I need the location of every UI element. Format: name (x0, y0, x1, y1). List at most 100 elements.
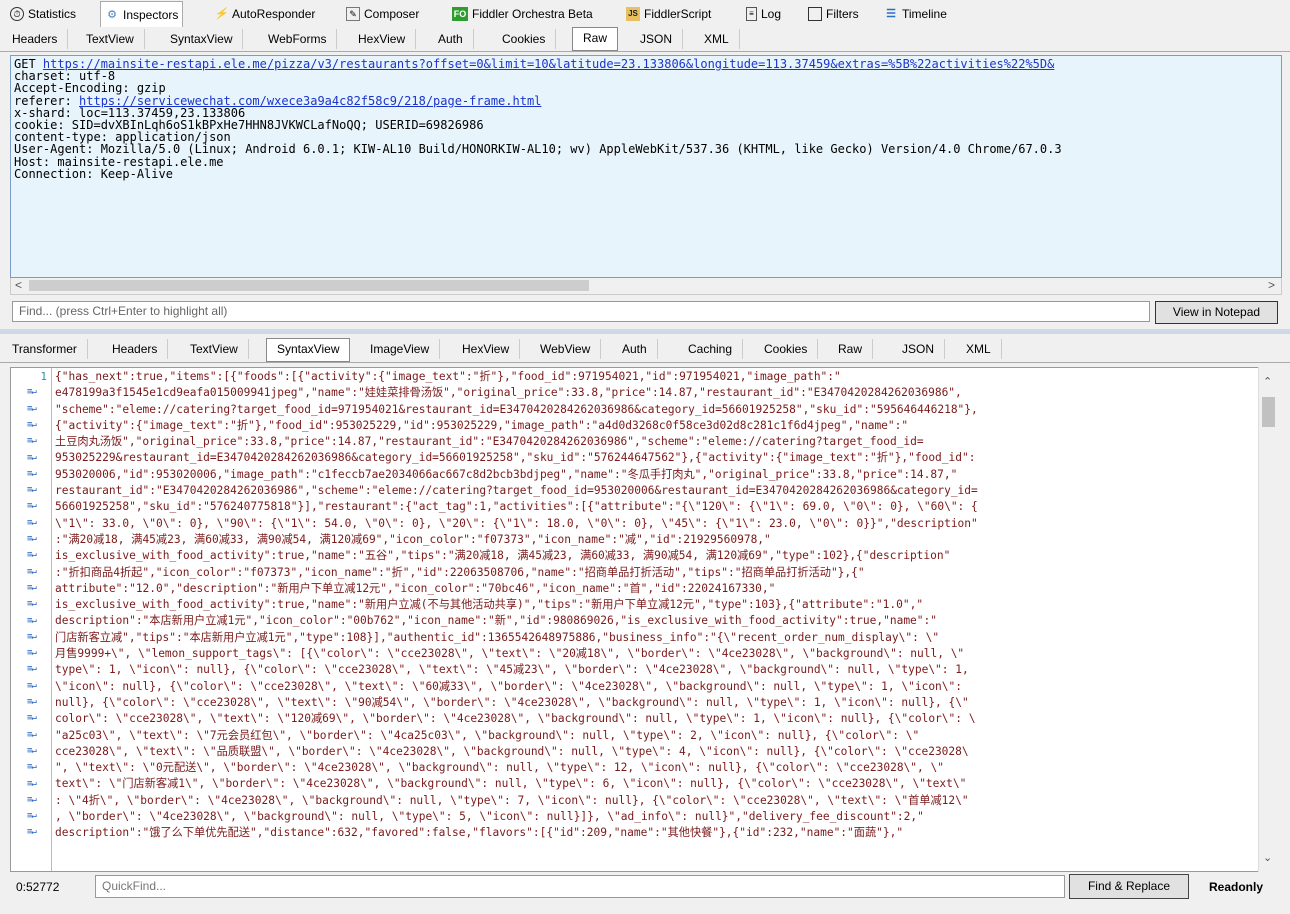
wrap-arrow-icon: ≡↵ (27, 729, 37, 740)
scroll-right-icon[interactable]: > (1268, 278, 1275, 292)
tab-inspectors[interactable]: ⚙ Inspectors (100, 1, 184, 27)
wrap-arrow-icon: ≡↵ (27, 615, 37, 626)
tab-statistics[interactable]: ⏱ Statistics (6, 3, 80, 25)
syntax-view-editor[interactable]: 1 ≡↵ ≡↵ ≡↵ ≡↵ ≡↵ ≡↵ ≡↵ ≡↵ ≡↵ ≡↵ ≡↵ ≡↵ ≡↵ ≡↵ ≡↵ ≡↵ ≡↵ ≡↵ ≡↵… (10, 367, 1278, 872)
find-replace-button[interactable]: Find & Replace (1069, 874, 1189, 899)
wrap-arrow-icon: ≡↵ (27, 794, 37, 805)
wrap-arrow-icon: ≡↵ (27, 582, 37, 593)
lightning-icon: ⚡ (214, 8, 228, 20)
resp-tab-syntaxview[interactable]: SyntaxView (266, 338, 351, 362)
wrap-arrow-icon: ≡↵ (27, 468, 37, 479)
code-line: {"activity":{"image_text":"折"},"food_id"… (55, 418, 909, 432)
code-line: \"icon\": null}, {\"color\": \"cce23028\… (55, 679, 963, 693)
cursor-position: 0:52772 (16, 880, 60, 894)
request-url-link[interactable]: https://mainsite-restapi.ele.me/pizza/v3… (43, 57, 1054, 71)
view-in-notepad-button[interactable]: View in Notepad (1155, 301, 1278, 324)
scroll-up-icon[interactable]: ⌃ (1263, 375, 1272, 388)
code-line: type\": 1, \"icon\": null}, {\"color\": … (55, 663, 969, 677)
req-tab-hexview[interactable]: HexView (348, 29, 417, 49)
wrap-arrow-icon: ≡↵ (27, 680, 37, 691)
pane-splitter[interactable] (0, 329, 1290, 334)
composer-icon: ✎ (346, 7, 360, 21)
code-line: is_exclusive_with_food_activity":true,"n… (55, 549, 951, 563)
tab-fiddler-orchestra[interactable]: FO Fiddler Orchestra Beta (448, 3, 597, 25)
wrap-arrow-icon: ≡↵ (27, 697, 37, 707)
code-line: 953020006,"id":953020006,"image_path":"c… (55, 467, 958, 481)
req-tab-headers[interactable]: Headers (2, 29, 69, 49)
resp-tab-raw[interactable]: Raw (828, 339, 874, 359)
tab-log[interactable]: ≡ Log (742, 3, 785, 25)
scrollbar-thumb[interactable] (29, 280, 589, 291)
inspector-icon: ⚙ (107, 8, 117, 21)
resp-tab-hexview[interactable]: HexView (452, 339, 521, 359)
scroll-left-icon[interactable]: < (15, 278, 22, 292)
wrap-arrow-icon: ≡↵ (27, 631, 37, 642)
wrap-arrow-icon: ≡↵ (27, 713, 37, 724)
wrap-arrow-icon: ≡↵ (27, 778, 37, 789)
wrap-arrow-icon: ≡↵ (27, 811, 37, 822)
tab-composer[interactable]: ✎ Composer (342, 3, 423, 25)
header-line: Connection: Keep-Alive (14, 166, 173, 181)
req-tab-syntaxview[interactable]: SyntaxView (160, 29, 244, 49)
header-line: referer: https://servicewechat.com/wxece… (14, 93, 542, 108)
code-line: null}, {\"color\": \"cce23028\", \"text\… (55, 695, 969, 709)
tab-timeline[interactable]: ☰ Timeline (880, 3, 951, 25)
req-tab-auth[interactable]: Auth (428, 29, 474, 49)
resp-tab-cookies[interactable]: Cookies (754, 339, 819, 359)
scroll-down-icon[interactable]: ⌄ (1263, 851, 1272, 864)
resp-tab-textview[interactable]: TextView (180, 339, 249, 359)
wrap-arrow-icon: ≡↵ (27, 436, 37, 447)
find-input[interactable]: Find... (press Ctrl+Enter to highlight a… (12, 301, 1150, 322)
resp-tab-auth[interactable]: Auth (612, 339, 658, 359)
readonly-label: Readonly (1209, 880, 1264, 894)
code-line: :"折扣商品4折起","icon_color":"f07373","icon_n… (55, 565, 865, 579)
code-line: 土豆肉丸汤饭","original_price":33.8,"price":14… (55, 435, 924, 449)
scrollbar-thumb[interactable] (1262, 397, 1275, 427)
inspector-tabbar: ⏱ Statistics ⚙ Inspectors ⚡ AutoResponder ✎… (0, 0, 1290, 28)
wrap-arrow-icon: ≡↵ (27, 501, 37, 512)
quickfind-input[interactable]: QuickFind... (95, 875, 1065, 898)
code-line: "a25c03\", \"text\": \"7元会员红包\", \"borde… (55, 728, 920, 742)
resp-tab-imageview[interactable]: ImageView (360, 339, 441, 359)
req-tab-cookies[interactable]: Cookies (492, 29, 557, 49)
wrap-arrow-icon: ≡↵ (27, 599, 37, 610)
code-line: "scheme":"eleme://catering?target_food_i… (55, 402, 978, 416)
resp-tab-webview[interactable]: WebView (530, 339, 602, 359)
tab-fiddlerscript[interactable]: JS FiddlerScript (622, 3, 715, 25)
vertical-scrollbar[interactable]: ⌃ ⌄ (1258, 367, 1278, 872)
code-line: text\": \"门店新客减1\", \"border\": \"4ce230… (55, 777, 967, 791)
script-icon: JS (626, 7, 640, 21)
wrap-arrow-icon: ≡↵ (27, 419, 37, 430)
wrap-arrow-icon: ≡↵ (27, 387, 37, 398)
wrap-arrow-icon: ≡↵ (27, 403, 37, 414)
wrap-arrow-icon: ≡↵ (27, 452, 37, 463)
req-tab-textview[interactable]: TextView (76, 29, 145, 49)
req-tab-webforms[interactable]: WebForms (258, 29, 338, 49)
code-line: \"1\": 33.0, \"0\": 0}, \"90\": {\"1\": … (55, 516, 978, 530)
req-tab-xml[interactable]: XML (694, 29, 740, 49)
code-line: {"has_next":true,"items":[{"foods":[{"ac… (55, 370, 841, 383)
wrap-arrow-icon: ≡↵ (27, 745, 37, 756)
resp-tab-transformer[interactable]: Transformer (2, 339, 88, 359)
code-line: e478199a3f1545e1cd9eafa015009941jpeg","n… (55, 386, 962, 400)
resp-tab-caching[interactable]: Caching (678, 339, 744, 359)
code-line: 门店新客立减","tips":"本店新用户立减1元","type":108}],… (55, 630, 940, 644)
code-line: color\": \"cce23028\", \"text\": \"120减6… (55, 712, 976, 726)
code-line: 月售9999+\", \"lemon_support_tags\": [{\"c… (55, 647, 965, 661)
resp-tab-headers[interactable]: Headers (102, 339, 169, 359)
tab-filters[interactable]: Filters (804, 3, 863, 25)
wrap-arrow-icon: ≡↵ (27, 762, 37, 773)
req-tab-raw[interactable]: Raw (572, 27, 619, 51)
resp-tab-xml[interactable]: XML (956, 339, 1002, 359)
code-line: , \"border\": \"4ce23028\", \"background… (55, 810, 924, 824)
wrap-arrow-icon: ≡↵ (27, 485, 37, 496)
tab-autoresponder[interactable]: ⚡ AutoResponder (210, 3, 319, 25)
req-tab-json[interactable]: JSON (630, 29, 684, 49)
code-line: 953025229&restaurant_id=E347042028426203… (55, 451, 976, 465)
header-line: Host: mainsite-restapi.ele.me (14, 154, 224, 169)
raw-request-text[interactable]: GET https://mainsite-restapi.ele.me/pizz… (10, 55, 1282, 278)
resp-tab-json[interactable]: JSON (892, 339, 946, 359)
log-icon: ≡ (746, 7, 757, 21)
response-body-text[interactable]: {"has_next":true,"items":[{"foods":[{"ac… (55, 369, 1255, 842)
horizontal-scrollbar[interactable]: < > (10, 278, 1282, 295)
